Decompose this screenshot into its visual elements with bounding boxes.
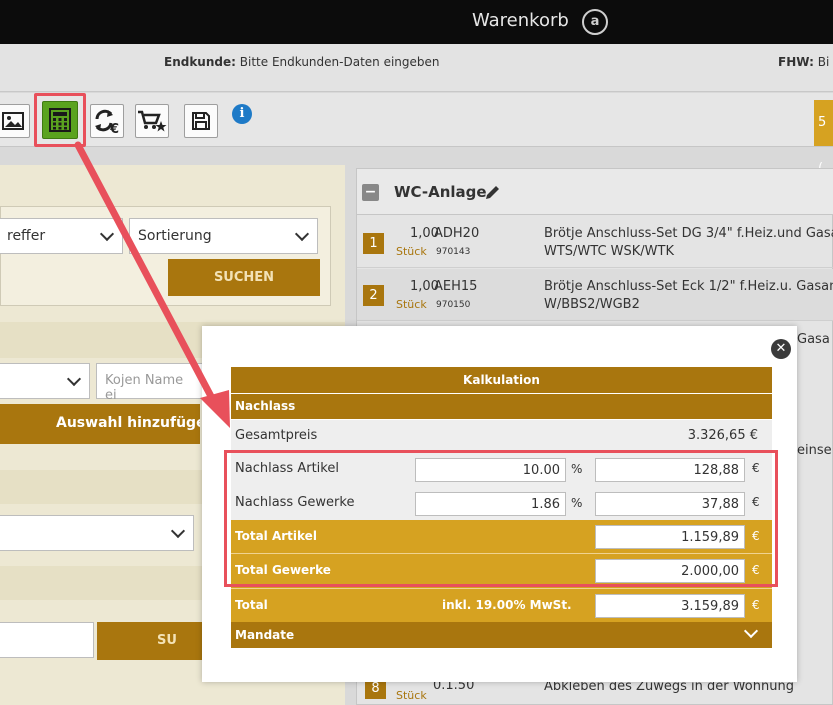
chevron-down-icon [170,523,186,539]
article-number: 970150 [436,300,471,310]
chevron-down-icon [294,226,310,242]
group-title: WC-Anlage [394,183,487,201]
total-price-row: Gesamtpreis 3.326,65 € [231,420,772,452]
refresh-currency-button[interactable]: € [90,104,124,138]
chevron-down-icon [99,226,115,242]
position-number: 2 [363,285,384,306]
endkunde-info[interactable]: Endkunde: Bitte Endkunden-Daten eingeben [164,55,440,69]
image-icon [2,112,24,130]
total-price-label: Gesamtpreis [235,428,318,443]
totals-highlight [224,450,778,587]
kojen-dropdown[interactable] [0,363,90,399]
unit: Stück [396,689,427,702]
chevron-down-icon [66,371,82,387]
peek-text: einse [797,443,832,458]
fhw-info: FHW: Bi [778,55,829,69]
endkunde-value: Bitte Endkunden-Daten eingeben [239,55,440,69]
filter-dropdown[interactable]: reffer [0,218,123,254]
info-icon[interactable]: i [232,104,252,124]
floppy-disk-icon [192,112,210,130]
unit: Stück [396,298,427,311]
pencil-icon[interactable] [484,184,501,205]
logo-icon: a [582,9,608,35]
cart-star-icon [138,110,167,132]
peek-text: Gasa [797,332,830,347]
sort-dropdown[interactable]: Sortierung [129,218,318,254]
mandate-label: Mandate [235,628,295,642]
collapse-icon[interactable]: − [362,184,379,201]
grand-total-input[interactable]: 3.159,89 [595,594,745,618]
cart-favorite-button[interactable] [135,104,169,138]
app-title: Warenkorb [472,10,569,31]
bottom-search-button[interactable]: SU [97,622,207,660]
vat-note: inkl. 19.00% MwSt. [442,598,572,612]
fhw-value: Bi [817,55,830,69]
fhw-label: FHW: [778,55,814,69]
refresh-euro-icon: € [95,109,119,134]
sort-dropdown-value: Sortierung [138,228,212,244]
discount-section-header: Nachlass [231,394,772,419]
count-badge[interactable]: 5 ( [814,100,833,176]
unit: Stück [396,245,427,258]
filter-dropdown-value: reffer [7,228,46,244]
euro-sign: € [752,598,760,612]
position-number: 1 [363,233,384,254]
calculator-icon [49,108,71,132]
toolbar [0,93,833,147]
bottom-input[interactable] [0,622,94,658]
search-button[interactable]: SUCHEN [168,259,320,296]
calculation-title: Kalkulation [231,367,772,393]
endkunde-label: Endkunde: [164,55,236,69]
total-price-value: 3.326,65 € [687,428,758,443]
close-icon[interactable]: ✕ [771,339,791,359]
svg-text:€: € [109,122,119,134]
description-line: Brötje Anschluss-Set Eck 1/2" f.Heiz.u. … [544,279,833,294]
article-code: AEH15 [434,279,478,294]
add-selection-button[interactable]: Auswahl hinzufügen [0,404,200,444]
description-line: Brötje Anschluss-Set DG 3/4" f.Heiz.und … [544,226,833,241]
grand-total-label: Total [235,598,268,612]
calculator-button[interactable] [42,101,78,139]
article-description: Brötje Anschluss-Set Eck 1/2" f.Heiz.u. … [544,278,833,314]
image-button[interactable] [0,104,30,138]
cart-row[interactable]: 1 1,00 Stück ADH20 970143 Brötje Anschlu… [357,216,833,268]
article-description: Brötje Anschluss-Set DG 3/4" f.Heiz.und … [544,225,833,261]
article-number: 970143 [436,247,471,257]
mandate-row[interactable]: Mandate [231,622,772,648]
description-line: W/BBS2/WGB2 [544,297,640,312]
save-button[interactable] [184,104,218,138]
group-dropdown[interactable] [0,515,194,551]
top-bar [0,0,833,44]
kojen-name-input[interactable]: Kojen Name ei [96,363,206,403]
article-code: ADH20 [434,226,480,241]
cart-row[interactable]: 8 0.1.50 Stück Abkleben des Zuwegs in de… [357,678,833,705]
description-line: WTS/WTC WSK/WTK [544,244,674,259]
cart-row[interactable]: 2 1,00 Stück AEH15 970150 Brötje Anschlu… [357,269,833,321]
